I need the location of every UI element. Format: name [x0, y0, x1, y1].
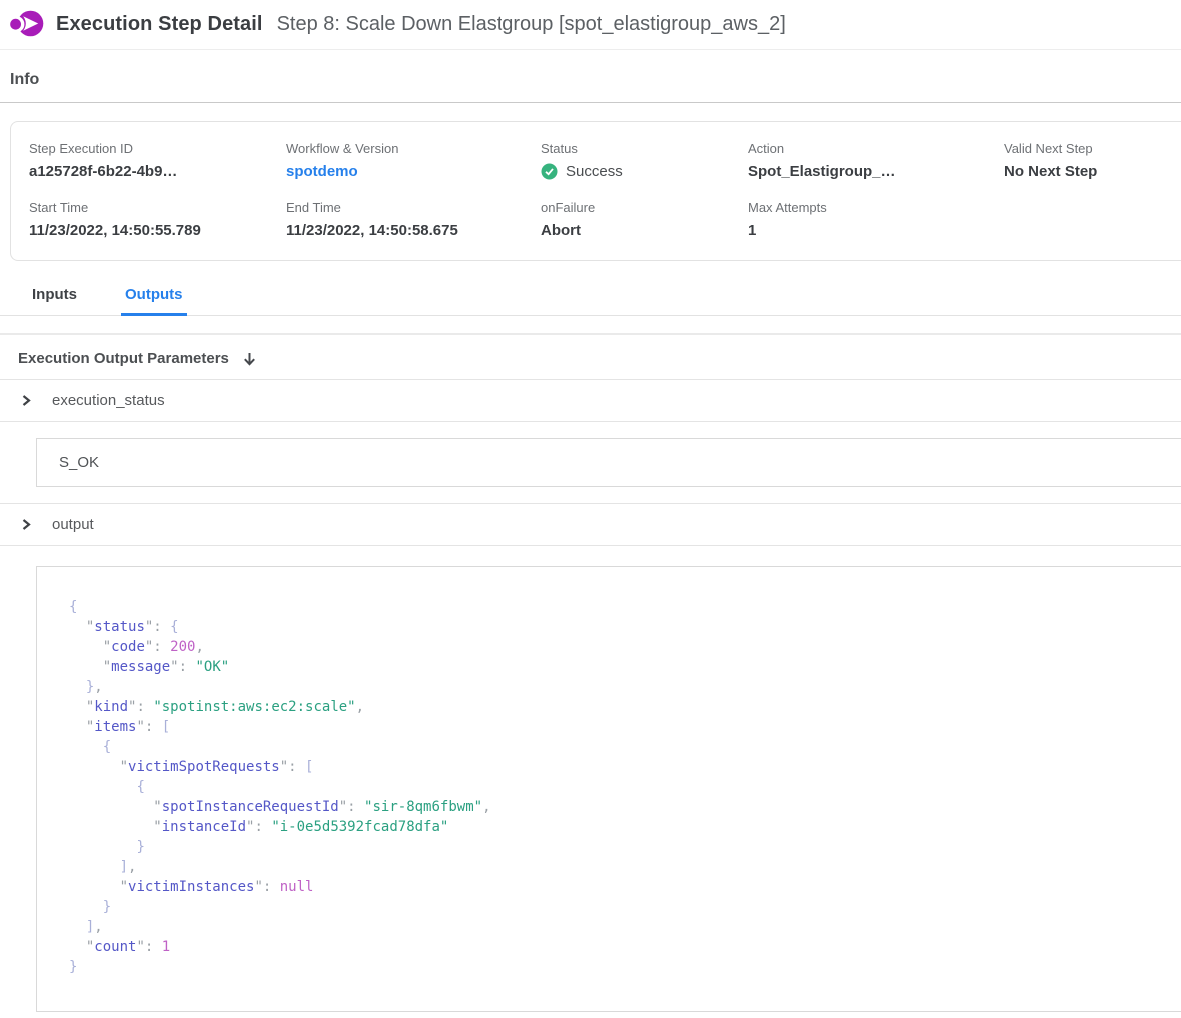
param-name-output: output	[52, 516, 94, 533]
field-value: 11/23/2022, 14:50:58.675	[286, 222, 541, 239]
field-start-time: Start Time 11/23/2022, 14:50:55.789	[29, 200, 286, 239]
field-value: 1	[748, 222, 1004, 239]
param-row-output[interactable]: output	[0, 504, 1181, 545]
field-label: onFailure	[541, 200, 748, 215]
field-label: Workflow & Version	[286, 141, 541, 156]
param-name-execution-status: execution_status	[52, 392, 165, 409]
field-value: 11/23/2022, 14:50:55.789	[29, 222, 286, 239]
chevron-right-icon[interactable]	[20, 518, 32, 531]
section-divider	[0, 545, 1181, 546]
field-valid-next-step: Valid Next Step No Next Step	[1004, 141, 1161, 181]
field-label: Action	[748, 141, 1004, 156]
status-badge: Success	[541, 163, 748, 180]
page-title: Execution Step Detail	[56, 13, 263, 36]
field-value: Spot_Elastigroup_…	[748, 163, 1004, 180]
field-value: Abort	[541, 222, 748, 239]
field-label: Start Time	[29, 200, 286, 215]
field-onfailure: onFailure Abort	[541, 200, 748, 239]
field-value: No Next Step	[1004, 163, 1161, 180]
field-end-time: End Time 11/23/2022, 14:50:58.675	[286, 200, 541, 239]
param-row-execution-status[interactable]: execution_status	[0, 380, 1181, 421]
output-parameters-label: Execution Output Parameters	[18, 350, 229, 367]
page-header: Execution Step Detail Step 8: Scale Down…	[0, 0, 1181, 50]
step-info-grid: Step Execution ID a125728f-6b22-4b9…Workf…	[29, 141, 1161, 239]
field-label: Valid Next Step	[1004, 141, 1161, 156]
field-status: Status Success	[541, 141, 748, 181]
workflow-link[interactable]: spotdemo	[286, 163, 358, 180]
field-max-attempts: Max Attempts 1	[748, 200, 1004, 239]
chevron-right-icon[interactable]	[20, 394, 32, 407]
info-divider	[0, 102, 1181, 103]
step-info-card: Step Execution ID a125728f-6b22-4b9…Workf…	[10, 121, 1181, 261]
status-text: Success	[566, 163, 623, 180]
field-step-execution-id: Step Execution ID a125728f-6b22-4b9…	[29, 141, 286, 181]
field-label: Max Attempts	[748, 200, 1004, 215]
execution-status-value: S_OK	[59, 454, 99, 471]
field-workflow-version: Workflow & Version spotdemo	[286, 141, 541, 181]
section-divider	[0, 421, 1181, 422]
tab-outputs[interactable]: Outputs	[121, 284, 187, 316]
spot-workflow-logo-icon	[10, 9, 44, 39]
output-json-box: { "status": { "code": 200, "message": "O…	[36, 566, 1181, 1012]
field-value: a125728f-6b22-4b9…	[29, 163, 286, 180]
field-label: Step Execution ID	[29, 141, 286, 156]
execution-status-value-box: S_OK	[36, 438, 1181, 487]
page-subtitle: Step 8: Scale Down Elastgroup [spot_elas…	[277, 13, 786, 36]
output-parameters-heading: Execution Output Parameters	[0, 335, 1181, 379]
arrow-down-icon[interactable]	[242, 351, 257, 367]
field-action: Action Spot_Elastigroup_…	[748, 141, 1004, 181]
inputs-outputs-tabs: Inputs Outputs	[0, 284, 1181, 316]
field-label: End Time	[286, 200, 541, 215]
check-circle-icon	[541, 163, 558, 180]
field-label: Status	[541, 141, 748, 156]
tab-inputs[interactable]: Inputs	[28, 284, 81, 316]
info-section-heading: Info	[0, 50, 1181, 102]
output-json-code: { "status": { "code": 200, "message": "O…	[69, 597, 1165, 977]
